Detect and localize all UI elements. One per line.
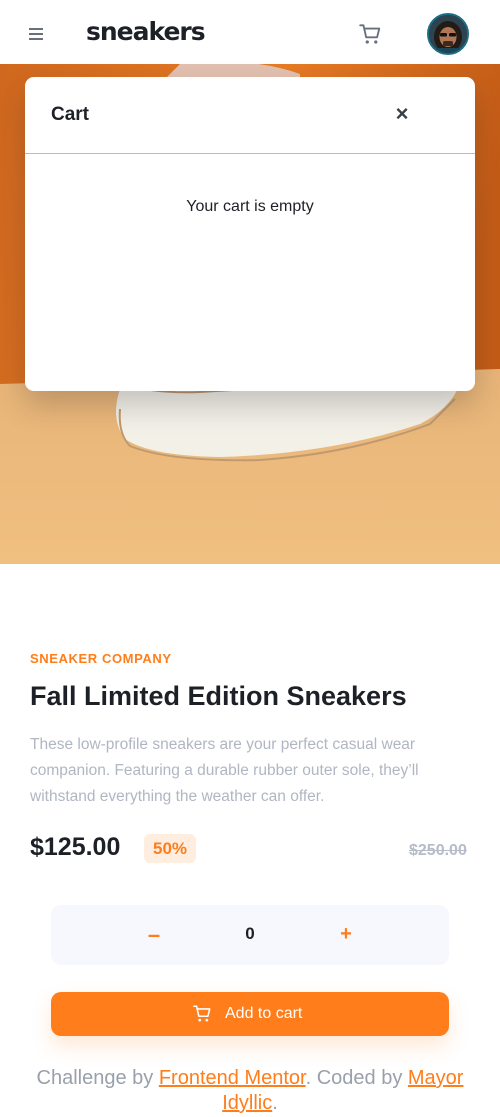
site-logo[interactable]: sneakers	[86, 17, 206, 46]
current-price: $125.00	[30, 833, 121, 861]
site-header: sneakers	[0, 0, 500, 64]
original-price: $250.00	[409, 842, 467, 859]
add-to-cart-button[interactable]: Add to cart	[51, 992, 449, 1036]
attribution: Challenge by Frontend Mentor. Coded by M…	[10, 1066, 490, 1116]
discount-badge: 50%	[144, 834, 196, 863]
product-description: These low-profile sneakers are your perf…	[30, 736, 419, 805]
cart-panel: Cart × Your cart is empty	[25, 77, 475, 391]
attribution-middle: . Coded by	[305, 1067, 408, 1089]
quantity-value: 0	[245, 924, 255, 943]
close-icon[interactable]: ×	[393, 103, 411, 125]
cart-divider	[25, 153, 475, 154]
hamburger-menu-icon[interactable]	[29, 28, 43, 40]
attribution-prefix: Challenge by	[36, 1067, 159, 1089]
quantity-stepper: – 0 +	[51, 905, 449, 965]
product-title: Fall Limited Edition Sneakers	[30, 681, 407, 711]
cart-icon	[192, 1004, 212, 1023]
cart-title: Cart	[51, 104, 90, 125]
cart-icon[interactable]	[358, 23, 382, 45]
attribution-suffix: .	[272, 1092, 278, 1114]
company-name: SNEAKER COMPANY	[30, 651, 172, 666]
user-avatar[interactable]	[427, 13, 469, 55]
add-to-cart-label: Add to cart	[225, 1005, 303, 1022]
cart-empty-message: Your cart is empty	[186, 198, 314, 215]
frontend-mentor-link[interactable]: Frontend Mentor	[159, 1067, 306, 1089]
increase-quantity-button[interactable]: +	[338, 922, 354, 946]
